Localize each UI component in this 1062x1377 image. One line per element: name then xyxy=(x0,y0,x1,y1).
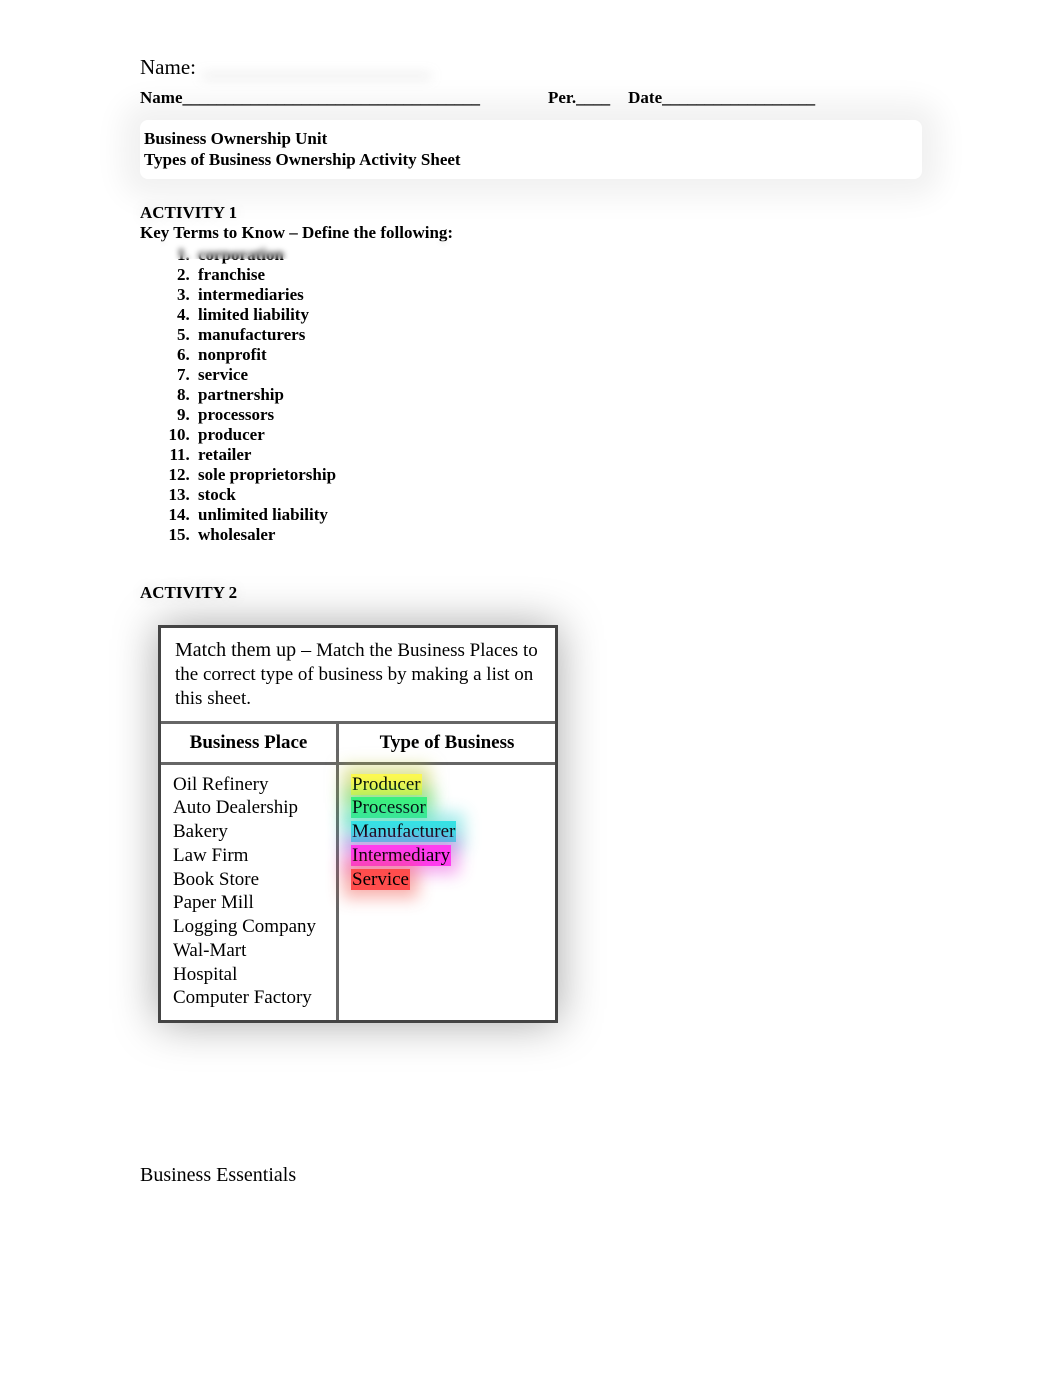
term-item: wholesaler xyxy=(194,525,922,545)
form-per-label: Per. xyxy=(548,88,576,107)
place-item: Oil Refinery xyxy=(173,773,328,797)
term-item: franchise xyxy=(194,265,922,285)
place-item: Auto Dealership xyxy=(173,796,328,820)
col-type-business: Type of Business xyxy=(339,724,555,762)
activity1-subheading: Key Terms to Know – Define the following… xyxy=(140,223,922,243)
term-item: sole proprietorship xyxy=(194,465,922,485)
term-item: stock xyxy=(194,485,922,505)
match-box: Match them up – Match the Business Place… xyxy=(158,625,558,1023)
place-item: Law Firm xyxy=(173,844,328,868)
type-service: Service xyxy=(351,869,410,890)
place-item: Bakery xyxy=(173,820,328,844)
place-item: Paper Mill xyxy=(173,891,328,915)
place-item: Hospital xyxy=(173,963,328,987)
match-lead: Match them up – xyxy=(175,639,316,661)
type-intermediary: Intermediary xyxy=(351,845,451,866)
footer-text: Business Essentials xyxy=(140,1164,296,1187)
type-manufacturer: Manufacturer xyxy=(351,821,456,842)
form-line: Name___________________________________ … xyxy=(140,88,922,108)
header-line2: Types of Business Ownership Activity She… xyxy=(144,149,918,170)
match-header-row: Business Place Type of Business xyxy=(161,724,555,765)
term-item: nonprofit xyxy=(194,345,922,365)
form-name-blank: ___________________________________ xyxy=(182,88,480,107)
place-item: Computer Factory xyxy=(173,986,328,1010)
place-item: Logging Company xyxy=(173,915,328,939)
term-item: retailer xyxy=(194,445,922,465)
place-item: Wal-Mart xyxy=(173,939,328,963)
match-instructions: Match them up – Match the Business Place… xyxy=(161,628,555,724)
types-column: Producer Processor Manufacturer Intermed… xyxy=(339,765,555,1021)
term-item: limited liability xyxy=(194,305,922,325)
col-business-place: Business Place xyxy=(161,724,339,762)
header-line1: Business Ownership Unit xyxy=(144,128,918,149)
term-item: producer xyxy=(194,425,922,445)
form-date-label: Date xyxy=(628,88,662,107)
term-item: service xyxy=(194,365,922,385)
type-processor: Processor xyxy=(351,797,427,818)
terms-list: corporation franchise intermediaries lim… xyxy=(194,245,922,546)
term-item: intermediaries xyxy=(194,285,922,305)
form-date-blank: __________________ xyxy=(662,88,815,107)
top-name-label: Name: xyxy=(140,55,196,80)
top-name-line: Name: ________________________ xyxy=(140,55,922,80)
activity2-heading: ACTIVITY 2 xyxy=(140,583,922,603)
type-producer: Producer xyxy=(351,774,422,795)
place-item: Book Store xyxy=(173,868,328,892)
header-box: Business Ownership Unit Types of Busines… xyxy=(140,120,922,179)
term-item: partnership xyxy=(194,385,922,405)
form-name-label: Name xyxy=(140,88,182,107)
top-name-blank: ________________________ xyxy=(202,55,430,80)
form-per-blank: ____ xyxy=(576,88,610,107)
places-column: Oil Refinery Auto Dealership Bakery Law … xyxy=(161,765,339,1021)
term-item: processors xyxy=(194,405,922,425)
term-item: corporation xyxy=(194,245,922,265)
term-item: unlimited liability xyxy=(194,505,922,525)
activity1-heading: ACTIVITY 1 xyxy=(140,203,922,223)
term-item: manufacturers xyxy=(194,325,922,345)
